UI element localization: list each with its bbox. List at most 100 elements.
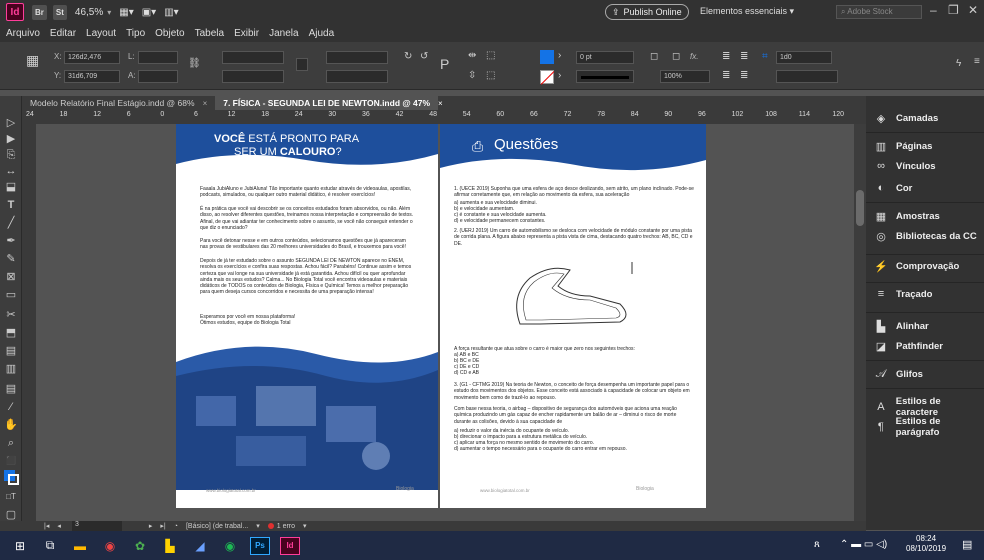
preflight-profile[interactable]: [Básico] (de trabal... [186, 523, 248, 530]
zoom-tool-icon[interactable]: ⌕ [4, 436, 18, 450]
rotate-field[interactable] [326, 51, 388, 64]
sticky-icon[interactable]: ▙ [160, 537, 180, 555]
free-transform-tool-icon[interactable]: ⬒ [4, 326, 18, 340]
adobe-stock-search[interactable]: ⌕ Adobe Stock [836, 5, 922, 19]
page-tool-icon[interactable]: ⎘ [4, 148, 18, 162]
fill-swatch[interactable] [540, 50, 554, 64]
select-container-icon[interactable]: ⬚ [486, 50, 495, 61]
stroke-color-box[interactable] [8, 474, 19, 485]
constrain-proportions-icon[interactable]: ⛓ [188, 58, 201, 69]
rectangle-tool-icon[interactable]: ▭ [4, 288, 18, 302]
text-wrap-2-icon[interactable]: ≣ [740, 70, 748, 81]
zoom-chevron-icon[interactable]: ▾ [107, 8, 111, 17]
left-page[interactable]: VOCÊ ESTÁ PRONTO PARA SER UM CALOURO? Fa… [176, 124, 438, 508]
eyedropper-tool-icon[interactable]: ⁄ [4, 400, 18, 414]
align-center-icon[interactable]: ≣ [740, 51, 748, 62]
panel-layers[interactable]: ◈ Camadas [874, 112, 938, 125]
x-position-field[interactable]: 126d2,476 [64, 51, 120, 64]
fill-arrow-icon[interactable]: › [558, 50, 561, 61]
scissors-tool-icon[interactable]: ✂ [4, 308, 18, 322]
bridge-button[interactable]: Br [32, 4, 47, 20]
height-field[interactable] [138, 70, 178, 83]
panel-swatches[interactable]: ▦ Amostras [874, 210, 940, 223]
stroke-weight-field[interactable]: 0 pt [576, 51, 634, 64]
dropdown-icon[interactable]: ▾ [256, 522, 260, 530]
effects-label[interactable]: fx. [690, 52, 698, 61]
frame-fitting-icon[interactable]: ⌗ [762, 51, 768, 62]
screen-mode-icon[interactable]: ▢ [4, 508, 18, 522]
rectangle-frame-tool-icon[interactable]: ⊠ [4, 270, 18, 284]
stroke-arrow-icon[interactable]: › [558, 70, 561, 81]
chrome-icon[interactable]: ◉ [100, 537, 120, 555]
people-icon[interactable]: ጸ [814, 539, 820, 550]
tab-fisica[interactable]: 7. FÍSICA - SEGUNDA LEI DE NEWTON.indd @… [215, 96, 439, 110]
menu-objeto[interactable]: Objeto [155, 28, 184, 39]
view-options-icon[interactable]: ▦▾ [119, 7, 133, 18]
text-frame-icon[interactable]: P [440, 56, 449, 72]
minimize-button[interactable]: – [930, 3, 937, 17]
rotate-ccw-icon[interactable]: ↺ [420, 51, 428, 62]
content-collector-icon[interactable]: ⬓ [4, 180, 18, 194]
y-position-field[interactable]: 31d6,709 [64, 70, 120, 83]
app-icon[interactable]: ◢ [190, 537, 210, 555]
menu-janela[interactable]: Janela [269, 28, 298, 39]
open-page-icon[interactable]: ◔ [174, 523, 178, 530]
arrange-docs-icon[interactable]: ▥▾ [164, 7, 178, 18]
stroke-swatch[interactable] [540, 70, 555, 85]
document-canvas[interactable]: VOCÊ ESTÁ PRONTO PARA SER UM CALOURO? Fa… [36, 124, 854, 521]
corner-options-icon[interactable]: ◻ [650, 51, 658, 62]
hand-tool-icon[interactable]: ✋ [4, 418, 18, 432]
panel-menu-icon[interactable]: ≡ [974, 56, 980, 67]
default-colors-icon[interactable]: ⬛ [4, 454, 18, 468]
width-field[interactable] [138, 51, 178, 64]
zoom-level[interactable]: 46,5% [75, 7, 103, 18]
tab-close-icon[interactable]: × [438, 99, 443, 108]
stock-button[interactable]: St [52, 4, 67, 20]
scale-y-field[interactable] [222, 70, 284, 83]
panel-cc-libraries[interactable]: ◎ Bibliotecas da CC [874, 230, 977, 243]
windows-start-icon[interactable]: ⊞ [10, 537, 30, 555]
selection-tool-icon[interactable]: ▷ [4, 116, 18, 130]
workspace-switcher[interactable]: Elementos essenciais ▾ [700, 6, 794, 17]
menu-exibir[interactable]: Exibir [234, 28, 259, 39]
formatting-icon[interactable]: □T [4, 490, 18, 504]
line-tool-icon[interactable]: ╱ [4, 216, 18, 230]
panel-para-styles[interactable]: ¶ Estilos de parágrafo [874, 416, 984, 438]
first-page-icon[interactable]: |◂ [44, 522, 49, 530]
panel-pathfinder[interactable]: ◪ Pathfinder [874, 340, 943, 353]
browser-icon[interactable]: ✿ [130, 537, 150, 555]
panel-pages[interactable]: ▥ Páginas [874, 140, 933, 153]
menu-tipo[interactable]: Tipo [126, 28, 145, 39]
panel-char-styles[interactable]: A Estilos de caractere [874, 396, 984, 418]
menu-layout[interactable]: Layout [86, 28, 116, 39]
panel-preflight[interactable]: ⚡ Comprovação [874, 260, 959, 273]
pencil-tool-icon[interactable]: ✎ [4, 252, 18, 266]
scale-lock-icon[interactable] [296, 58, 308, 71]
indesign-taskbar-icon[interactable]: Id [280, 536, 300, 555]
last-page-icon[interactable]: ▸| [160, 522, 165, 530]
rotate-cw-icon[interactable]: ↻ [404, 51, 412, 62]
publish-online-button[interactable]: ⇪ Publish Online [605, 4, 689, 20]
file-explorer-icon[interactable]: ▬ [70, 537, 90, 555]
preflight-errors[interactable]: 1 erro [267, 523, 295, 530]
gradient-swatch-tool-icon[interactable]: ▤ [4, 344, 18, 358]
next-page-icon[interactable]: ▸ [149, 522, 153, 530]
panel-glyphs[interactable]: 𝒜 Glifos [874, 368, 923, 381]
panel-stroke[interactable]: ≡ Traçado [874, 288, 933, 300]
shadow-icon[interactable]: ◻ [672, 51, 680, 62]
right-page[interactable]: ⎙ Questões 1. (UECE 2019) Suponha que um… [440, 124, 706, 508]
select-content-icon[interactable]: ⬚ [486, 70, 495, 81]
spotify-icon[interactable]: ◉ [220, 537, 240, 555]
object-style-dropdown[interactable] [776, 70, 838, 83]
shear-field[interactable] [326, 70, 388, 83]
align-left-icon[interactable]: ≣ [722, 51, 730, 62]
panel-links[interactable]: ∞ Vínculos [874, 160, 936, 172]
close-button[interactable]: ✕ [968, 3, 978, 17]
task-view-icon[interactable]: ⧉ [40, 537, 60, 555]
menu-editar[interactable]: Editar [50, 28, 76, 39]
panel-align[interactable]: ▙ Alinhar [874, 320, 929, 333]
tab-close-icon[interactable]: × [203, 99, 208, 108]
gap-tool-icon[interactable]: ↔ [4, 164, 18, 178]
tab-relatorio[interactable]: Modelo Relatório Final Estágio.indd @ 68… [22, 96, 203, 110]
flip-horizontal-icon[interactable]: ⇹ [468, 50, 476, 61]
